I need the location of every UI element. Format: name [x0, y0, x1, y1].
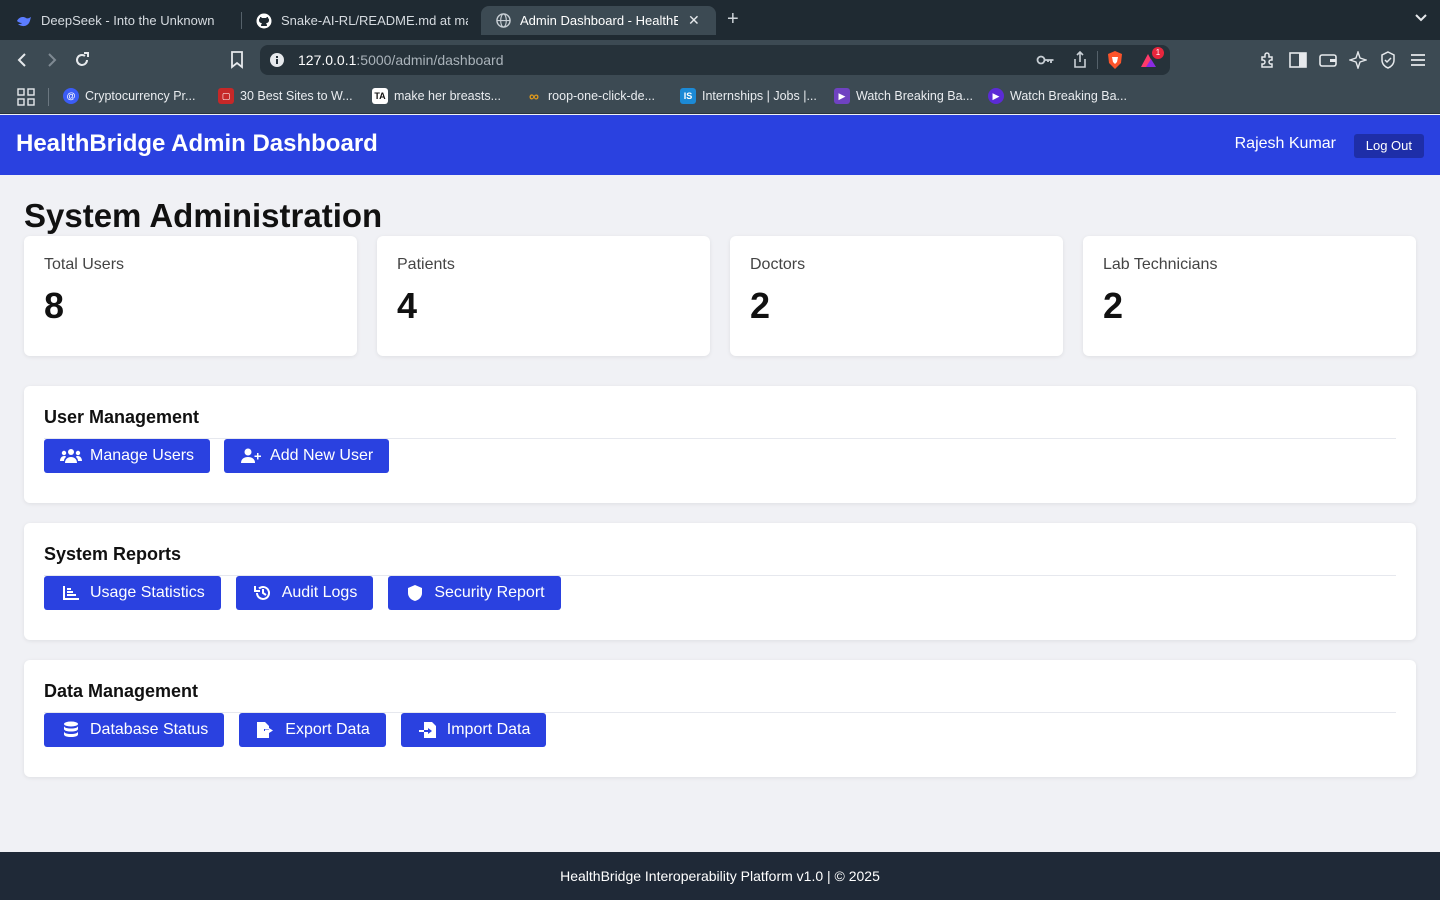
- footer-text: HealthBridge Interoperability Platform v…: [560, 868, 880, 884]
- address-bar[interactable]: 127.0.0.1:5000/admin/dashboard 1: [260, 45, 1170, 75]
- omnibox-divider: [1097, 51, 1098, 69]
- bookmark-item[interactable]: ▶ Watch Breaking Ba...: [834, 88, 973, 104]
- stat-label: Total Users: [44, 256, 125, 273]
- button-row: Database Status Export Data Import Data: [44, 713, 547, 747]
- logout-button[interactable]: Log Out: [1353, 134, 1424, 158]
- stat-label: Doctors: [750, 256, 806, 273]
- new-tab-icon[interactable]: +: [727, 8, 739, 31]
- section-data-management: Data Management Database Status Export D…: [24, 660, 1416, 777]
- chart-icon: [60, 584, 82, 602]
- manage-users-button[interactable]: Manage Users: [44, 439, 211, 473]
- share-icon[interactable]: [1072, 50, 1088, 74]
- user-name: Rajesh Kumar: [1234, 135, 1336, 152]
- tab-admin-dashboard[interactable]: Admin Dashboard - HealthBridge ✕: [481, 6, 716, 35]
- page-title: System Administration: [24, 197, 383, 234]
- bookmark-item[interactable]: ▶ Watch Breaking Ba...: [988, 88, 1127, 104]
- deepseek-whale-icon: [16, 13, 32, 29]
- stat-value: 8: [44, 285, 65, 326]
- bookmark-item[interactable]: IS Internships | Jobs |...: [680, 88, 817, 104]
- chevron-down-icon[interactable]: [1414, 10, 1428, 29]
- file-export-icon: [255, 721, 277, 739]
- tab-deepseek[interactable]: DeepSeek - Into the Unknown: [2, 6, 240, 35]
- history-icon: [252, 584, 274, 602]
- export-data-button[interactable]: Export Data: [239, 713, 386, 747]
- section-system-reports: System Reports Usage Statistics Audit Lo…: [24, 523, 1416, 640]
- brave-shields-icon[interactable]: [1106, 50, 1124, 75]
- bookmarks-divider: [48, 88, 49, 106]
- stat-label: Lab Technicians: [1103, 256, 1218, 273]
- url-text: 127.0.0.1:5000/admin/dashboard: [298, 52, 504, 68]
- infinity-icon: ∞: [529, 88, 539, 104]
- rewards-badge: 1: [1152, 47, 1164, 59]
- stat-card-total-users: Total Users 8: [24, 236, 357, 356]
- stat-card-patients: Patients 4: [377, 236, 710, 356]
- sidebar-toggle-icon[interactable]: [1288, 50, 1308, 70]
- usage-statistics-button[interactable]: Usage Statistics: [44, 576, 221, 610]
- github-icon: [256, 13, 272, 29]
- stat-label: Patients: [397, 256, 455, 273]
- database-status-button[interactable]: Database Status: [44, 713, 225, 747]
- password-key-icon[interactable]: [1036, 52, 1056, 73]
- import-data-button[interactable]: Import Data: [400, 713, 547, 747]
- stat-card-doctors: Doctors 2: [730, 236, 1063, 356]
- database-icon: [60, 721, 82, 739]
- vpn-shield-icon[interactable]: [1378, 50, 1398, 70]
- stat-value: 2: [750, 285, 771, 326]
- apps-grid-icon[interactable]: [17, 88, 35, 111]
- bookmarks-bar: @ Cryptocurrency Pr... ▢ 30 Best Sites t…: [0, 80, 1440, 114]
- button-row: Usage Statistics Audit Logs Security Rep…: [44, 576, 561, 610]
- ta-icon: TA: [372, 88, 388, 104]
- tab-github[interactable]: Snake-AI-RL/README.md at main: [242, 6, 478, 35]
- bookmark-item[interactable]: TA make her breasts...: [372, 88, 501, 104]
- globe-icon: [495, 13, 511, 29]
- leo-ai-icon[interactable]: [1348, 50, 1368, 70]
- crypto-icon: @: [63, 88, 79, 104]
- app-footer: HealthBridge Interoperability Platform v…: [0, 852, 1440, 900]
- stat-value: 4: [397, 285, 418, 326]
- extensions-icon[interactable]: [1258, 50, 1278, 70]
- button-row: Manage Users Add New User: [44, 439, 390, 473]
- add-new-user-button[interactable]: Add New User: [224, 439, 390, 473]
- bookmark-icon[interactable]: [227, 50, 247, 70]
- user-plus-icon: [240, 447, 262, 465]
- site-icon: ▢: [218, 88, 234, 104]
- forward-icon[interactable]: [42, 50, 62, 70]
- browser-toolbar: 127.0.0.1:5000/admin/dashboard 1: [0, 40, 1440, 80]
- menu-icon[interactable]: [1408, 50, 1428, 70]
- site-info-icon[interactable]: [269, 52, 285, 73]
- app-title: HealthBridge Admin Dashboard: [16, 130, 378, 157]
- shield-icon: [404, 584, 426, 602]
- bookmark-item[interactable]: ▢ 30 Best Sites to W...: [218, 88, 353, 104]
- close-tab-icon[interactable]: ✕: [688, 12, 700, 29]
- bookmark-item[interactable]: @ Cryptocurrency Pr...: [63, 88, 195, 104]
- browser-tab-bar: DeepSeek - Into the Unknown Snake-AI-RL/…: [0, 0, 1440, 40]
- film-icon: ▶: [834, 88, 850, 104]
- wallet-icon[interactable]: [1318, 50, 1338, 70]
- section-title: System Reports: [44, 544, 182, 564]
- stat-value: 2: [1103, 285, 1124, 326]
- is-icon: IS: [680, 88, 696, 104]
- section-title: User Management: [44, 407, 200, 427]
- back-icon[interactable]: [12, 50, 32, 70]
- bookmark-item[interactable]: ∞ roop-one-click-de...: [526, 88, 655, 104]
- users-icon: [60, 447, 82, 465]
- play-icon: ▶: [988, 88, 1004, 104]
- audit-logs-button[interactable]: Audit Logs: [235, 576, 374, 610]
- section-title: Data Management: [44, 681, 199, 701]
- app-header: HealthBridge Admin Dashboard Rajesh Kuma…: [0, 115, 1440, 175]
- stat-card-lab-technicians: Lab Technicians 2: [1083, 236, 1416, 356]
- reload-icon[interactable]: [72, 50, 92, 70]
- file-import-icon: [417, 721, 439, 739]
- security-report-button[interactable]: Security Report: [388, 576, 561, 610]
- section-user-management: User Management Manage Users Add New Use…: [24, 386, 1416, 503]
